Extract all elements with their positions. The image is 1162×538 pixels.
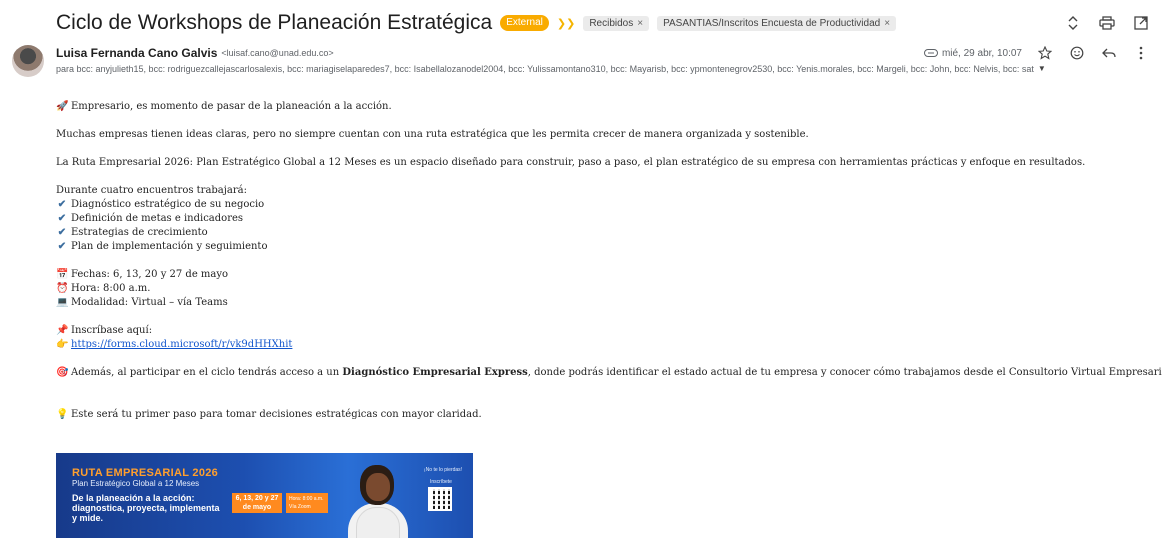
laptop-icon: 💻 — [56, 297, 69, 308]
banner-headline: De la planeación a la acción: diagnostic… — [72, 493, 220, 523]
print-icon[interactable] — [1098, 14, 1116, 32]
paragraph-1: Muchas empresas tienen ideas claras, per… — [56, 129, 809, 140]
subject-tools — [1064, 14, 1150, 32]
check-icon: ✔ — [57, 227, 67, 238]
closing-text: Este será tu primer paso para tomar deci… — [71, 409, 482, 420]
signup-link-line: 👉 https://forms.cloud.microsoft/r/vk9dHHX… — [56, 338, 1146, 352]
recipients-line: para bcc: anyjulieth15, bcc: rodriguezca… — [56, 62, 1086, 76]
check-icon: ✔ — [57, 213, 67, 224]
show-details-icon[interactable]: ▼ — [1038, 62, 1046, 76]
target-icon: 🎯 — [56, 367, 69, 378]
important-marker-icon[interactable]: ❯❯ — [557, 17, 575, 30]
email-subject: Ciclo de Workshops de Planeación Estraté… — [56, 11, 493, 34]
signup-label: Inscríbase aquí: — [71, 325, 153, 336]
message-body: 🚀 Empresario, es momento de pasar de la p… — [56, 100, 1162, 422]
check-icon: ✔ — [57, 241, 67, 252]
signup-line: 📌 Inscríbase aquí: — [56, 324, 1146, 338]
light-bulb-icon: 💡 — [56, 409, 69, 420]
sender-email: <luisaf.cano@unad.edu.co> — [221, 48, 334, 58]
extra-bold: Diagnóstico Empresarial Express — [342, 367, 528, 378]
signup-link[interactable]: https://forms.cloud.microsoft/r/vk9dHHXh… — [71, 339, 292, 350]
remove-label-icon[interactable]: × — [637, 18, 643, 29]
banner-time: Hora: 8:00 a.m. Vía Zoom — [286, 493, 328, 513]
list-item-text: Definición de metas e indicadores — [71, 213, 244, 224]
list-item-text: Estrategias de crecimiento — [71, 227, 208, 238]
closing-line: 💡 Este será tu primer paso para tomar dec… — [56, 408, 1146, 422]
reply-icon[interactable] — [1100, 44, 1118, 62]
emoji-reaction-icon[interactable] — [1068, 44, 1086, 62]
banner-subtitle: Plan Estratégico Global a 12 Meses — [72, 479, 200, 488]
label-chip-inbox[interactable]: Recibidos × — [583, 15, 650, 31]
list-item: ✔ Definición de metas e indicadores — [56, 212, 1146, 226]
qr-code-icon — [428, 487, 452, 511]
extra-line: 🎯 Además, al participar en el ciclo tendr… — [56, 366, 1162, 380]
expand-collapse-icon[interactable] — [1064, 14, 1082, 32]
dates-text: Fechas: 6, 13, 20 y 27 de mayo — [71, 269, 229, 280]
label-chip-pasantias-text: PASANTIAS/Inscritos Encuesta de Producti… — [663, 17, 881, 29]
intro-text: Empresario, es momento de pasar de la pl… — [71, 101, 392, 112]
list-item: ✔ Estrategias de crecimiento — [56, 226, 1146, 240]
sender-block: Luisa Fernanda Cano Galvis <luisaf.cano@… — [56, 44, 1150, 76]
sender-line: Luisa Fernanda Cano Galvis <luisaf.cano@… — [56, 44, 1150, 62]
more-options-icon[interactable] — [1132, 44, 1150, 62]
message-date: mié, 29 abr, 10:07 — [923, 47, 1022, 59]
banner-dates: 6, 13, 20 y 27 de mayo — [232, 493, 282, 513]
mode-line: 💻 Modalidad: Virtual – vía Teams — [56, 296, 1146, 310]
check-icon: ✔ — [57, 199, 67, 210]
pushpin-icon: 📌 — [56, 325, 69, 336]
banner-title: RUTA EMPRESARIAL 2026 — [72, 467, 219, 479]
banner-right-top: ¡No te lo pierdas! — [424, 467, 463, 473]
list-item: ✔ Diagnóstico estratégico de su negocio — [56, 198, 1146, 212]
star-icon[interactable] — [1036, 44, 1054, 62]
open-new-window-icon[interactable] — [1132, 14, 1150, 32]
banner-right-label: Inscríbete — [430, 479, 452, 485]
alarm-clock-icon: ⏰ — [56, 283, 69, 294]
external-badge: External — [500, 15, 549, 31]
pointing-hand-icon: 👉 — [56, 339, 69, 350]
extra-post: , donde podrás identificar el estado act… — [527, 367, 1162, 378]
mode-text: Modalidad: Virtual – vía Teams — [71, 297, 228, 308]
sender-name[interactable]: Luisa Fernanda Cano Galvis — [56, 46, 217, 60]
banner-person-photo — [342, 459, 414, 538]
event-banner-image[interactable]: RUTA EMPRESARIAL 2026 Plan Estratégico G… — [56, 453, 473, 538]
dates-line: 📅 Fechas: 6, 13, 20 y 27 de mayo — [56, 268, 1146, 282]
label-chip-pasantias[interactable]: PASANTIAS/Inscritos Encuesta de Producti… — [657, 15, 897, 31]
list-item-text: Diagnóstico estratégico de su negocio — [71, 199, 265, 210]
list-item: ✔ Plan de implementación y seguimiento — [56, 240, 1146, 254]
label-chip-inbox-text: Recibidos — [589, 17, 634, 29]
message-actions: mié, 29 abr, 10:07 — [923, 44, 1150, 62]
time-text: Hora: 8:00 a.m. — [71, 283, 151, 294]
recipients-text: para bcc: anyjulieth15, bcc: rodriguezca… — [56, 64, 1034, 74]
list-title: Durante cuatro encuentros trabajará: — [56, 185, 247, 196]
rocket-icon: 🚀 — [56, 101, 69, 112]
subject-row: Ciclo de Workshops de Planeación Estraté… — [56, 10, 1150, 36]
time-line: ⏰ Hora: 8:00 a.m. — [56, 282, 1146, 296]
remove-label-icon[interactable]: × — [884, 18, 890, 29]
list-item-text: Plan de implementación y seguimiento — [71, 241, 268, 252]
calendar-icon: 📅 — [56, 269, 69, 280]
attachment-icon — [923, 49, 938, 57]
paragraph-2: La Ruta Empresarial 2026: Plan Estratégi… — [56, 157, 1086, 168]
intro-line: 🚀 Empresario, es momento de pasar de la p… — [56, 100, 1146, 114]
avatar[interactable] — [12, 45, 44, 77]
message-date-text: mié, 29 abr, 10:07 — [941, 47, 1022, 59]
extra-pre: Además, al participar en el ciclo tendrá… — [71, 367, 343, 378]
